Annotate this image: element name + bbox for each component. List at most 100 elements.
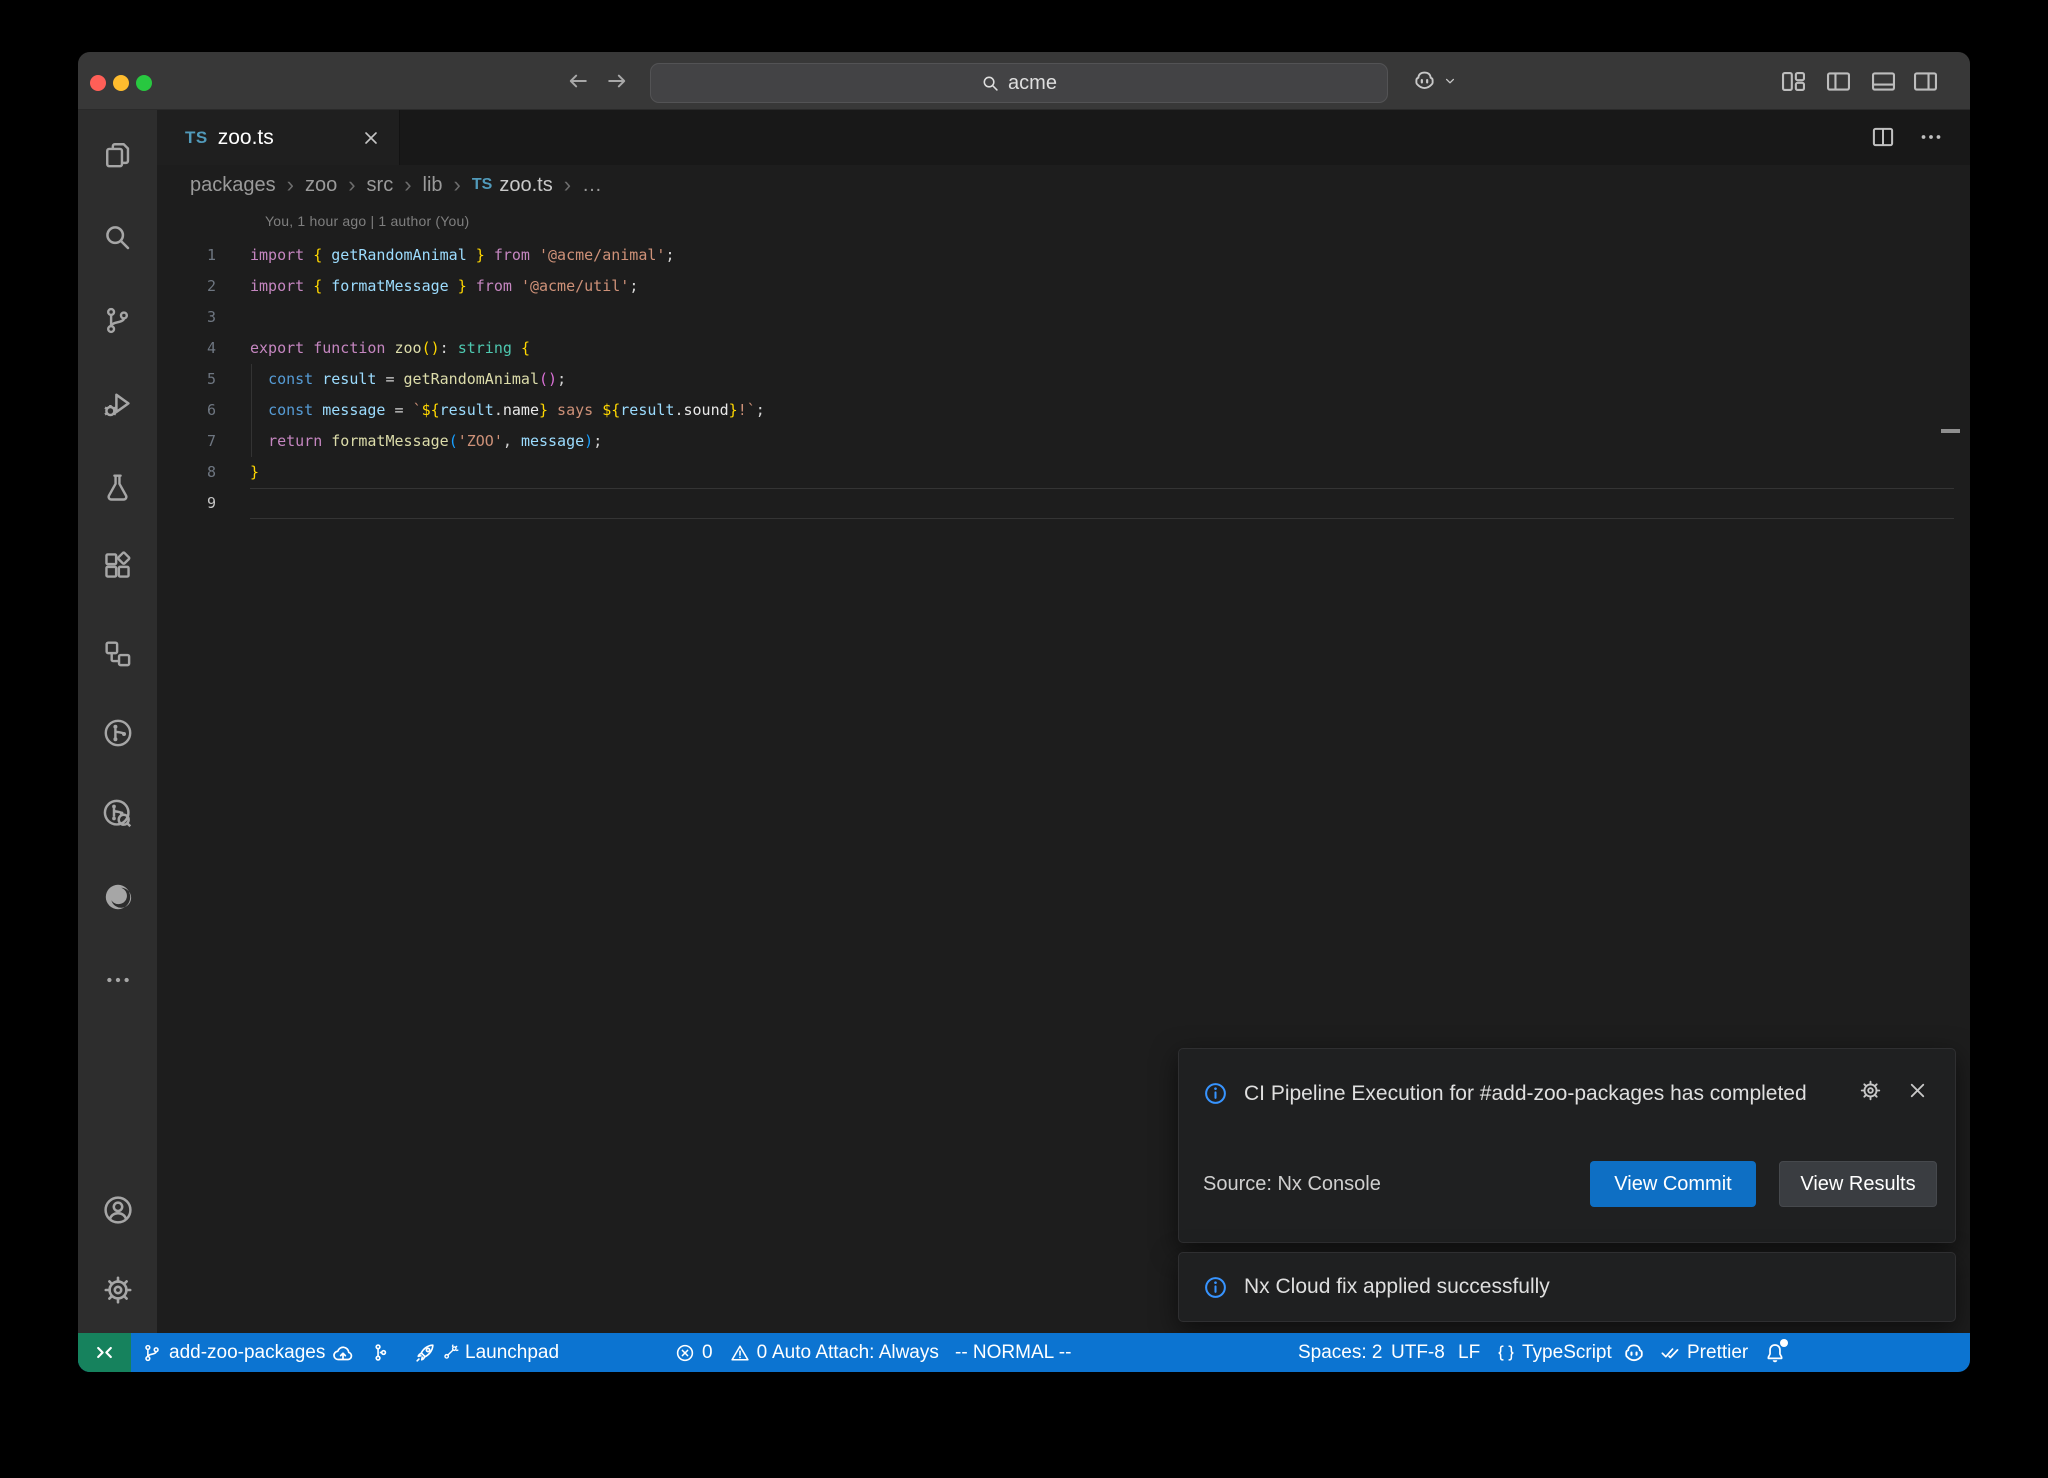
sidebar-item-testing[interactable] [78, 461, 157, 513]
sidebar-item-run-debug[interactable] [78, 378, 157, 430]
statusbar-problems[interactable]: 0 0 [675, 1333, 767, 1372]
eol-label: LF [1458, 1342, 1480, 1364]
chevron-down-icon [1442, 73, 1458, 89]
sidebar-item-extensions[interactable] [78, 539, 157, 591]
statusbar-eol[interactable]: LF [1458, 1333, 1480, 1372]
commit-graph-icon [369, 1342, 390, 1363]
settings-gear-icon [102, 1274, 134, 1306]
line-number: 9 [157, 488, 216, 519]
navigate-forward-icon[interactable] [605, 69, 629, 93]
circle-fork-search-icon [101, 797, 134, 830]
tab-bar: TS zoo.ts [157, 110, 1970, 165]
customize-layout-icon[interactable] [1780, 68, 1807, 95]
breadcrumb-item[interactable]: zoo [305, 174, 337, 197]
statusbar-auto-attach[interactable]: Auto Attach: Always [772, 1333, 939, 1372]
toggle-primary-sidebar-icon[interactable] [1825, 68, 1852, 95]
remote-icon [93, 1341, 116, 1364]
line-number: 2 [157, 271, 216, 302]
more-actions-icon[interactable] [1918, 124, 1944, 150]
notification-dot [1780, 1339, 1788, 1347]
maximize-window-button[interactable] [136, 75, 152, 91]
circle-fork-icon [102, 717, 134, 749]
statusbar-vim-mode[interactable]: -- NORMAL -- [955, 1333, 1071, 1372]
sidebar-item-explorer[interactable] [78, 129, 157, 181]
view-commit-button[interactable]: View Commit [1590, 1161, 1756, 1207]
source-control-icon [102, 305, 133, 336]
extensions-icon [102, 550, 133, 581]
sidebar-item-edge-tools[interactable] [78, 871, 157, 923]
chevron-right-icon: › [564, 174, 571, 196]
statusbar-indentation[interactable]: Spaces: 2 [1298, 1333, 1383, 1372]
vim-mode-label: -- NORMAL -- [955, 1342, 1071, 1364]
code-lines[interactable]: 1import { getRandomAnimal } from '@acme/… [157, 240, 1970, 519]
notification-close-icon[interactable] [1906, 1079, 1929, 1102]
cloud-upload-icon [332, 1342, 354, 1364]
sidebar-item-nx-cloud[interactable] [78, 787, 157, 839]
command-center-search[interactable]: acme [650, 63, 1388, 103]
sidebar-item-account[interactable] [78, 1184, 157, 1236]
line-number: 5 [157, 364, 216, 395]
code-line[interactable]: 4export function zoo(): string { [157, 333, 1970, 364]
code-line[interactable]: 5 const result = getRandomAnimal(); [157, 364, 1970, 395]
sidebar-item-settings[interactable] [78, 1264, 157, 1316]
overview-ruler-cursor-marker [1941, 429, 1960, 433]
sidebar-item-project-boxes[interactable] [78, 627, 157, 679]
view-results-button[interactable]: View Results [1779, 1161, 1937, 1207]
toggle-panel-icon[interactable] [1870, 68, 1897, 95]
formatter-label: Prettier [1687, 1342, 1748, 1364]
line-number: 6 [157, 395, 216, 426]
breadcrumb-item[interactable]: lib [423, 174, 443, 197]
statusbar-notifications-bell[interactable] [1764, 1333, 1786, 1372]
activity-bar [78, 110, 157, 1333]
launchpad-label: Launchpad [465, 1342, 559, 1364]
code-line[interactable]: 2import { formatMessage } from '@acme/ut… [157, 271, 1970, 302]
tab-zoo-ts[interactable]: TS zoo.ts [157, 110, 400, 165]
line-number: 7 [157, 426, 216, 457]
code-line[interactable]: 6 const message = `${result.name} says $… [157, 395, 1970, 426]
code-line[interactable]: 8} [157, 457, 1970, 488]
code-line[interactable]: 7 return formatMessage('ZOO', message); [157, 426, 1970, 457]
statusbar-branch[interactable]: add-zoo-packages [142, 1333, 354, 1372]
statusbar-encoding[interactable]: UTF-8 [1391, 1333, 1445, 1372]
double-check-icon [1660, 1342, 1681, 1363]
chevron-right-icon: › [404, 174, 411, 196]
breadcrumb-item[interactable]: packages [190, 174, 276, 197]
breadcrumb-overflow[interactable]: … [582, 174, 602, 197]
breadcrumb-item-file[interactable]: zoo.ts [499, 174, 552, 197]
remote-indicator[interactable] [78, 1333, 131, 1372]
sidebar-item-nx-console[interactable] [78, 707, 157, 759]
ellipsis-icon [103, 965, 133, 995]
link-icon [442, 1344, 459, 1361]
language-label: TypeScript [1522, 1342, 1612, 1364]
warning-count: 0 [757, 1342, 768, 1364]
statusbar-copilot[interactable] [1622, 1333, 1646, 1372]
code-line[interactable]: 3 [157, 302, 1970, 333]
error-count: 0 [702, 1342, 713, 1364]
statusbar-commit-graph[interactable] [369, 1333, 390, 1372]
braces-icon [1496, 1343, 1516, 1363]
navigate-back-icon[interactable] [566, 69, 590, 93]
statusbar-formatter[interactable]: Prettier [1660, 1333, 1748, 1372]
toggle-secondary-sidebar-icon[interactable] [1912, 68, 1939, 95]
sidebar-item-source-control[interactable] [78, 294, 157, 346]
info-icon [1203, 1275, 1228, 1300]
notification-message: Nx Cloud fix applied successfully [1244, 1275, 1550, 1299]
statusbar-language[interactable]: TypeScript [1496, 1333, 1612, 1372]
code-line[interactable]: 1import { getRandomAnimal } from '@acme/… [157, 240, 1970, 271]
breadcrumb-item[interactable]: src [367, 174, 394, 197]
close-tab-icon[interactable] [361, 128, 381, 148]
encoding-label: UTF-8 [1391, 1342, 1445, 1364]
sidebar-item-search[interactable] [78, 211, 157, 263]
minimize-window-button[interactable] [113, 75, 129, 91]
close-window-button[interactable] [90, 75, 106, 91]
typescript-file-icon: TS [472, 176, 492, 194]
sidebar-item-more[interactable] [78, 954, 157, 1006]
search-icon [981, 74, 1000, 93]
notification-ci-pipeline: CI Pipeline Execution for #add-zoo-packa… [1178, 1048, 1956, 1243]
split-editor-icon[interactable] [1870, 124, 1896, 150]
code-line[interactable]: 9 [157, 488, 1970, 519]
notification-settings-gear-icon[interactable] [1859, 1079, 1882, 1102]
copilot-menu-button[interactable] [1412, 68, 1458, 93]
statusbar-launchpad[interactable]: Launchpad [414, 1333, 559, 1372]
warning-icon [730, 1343, 750, 1363]
